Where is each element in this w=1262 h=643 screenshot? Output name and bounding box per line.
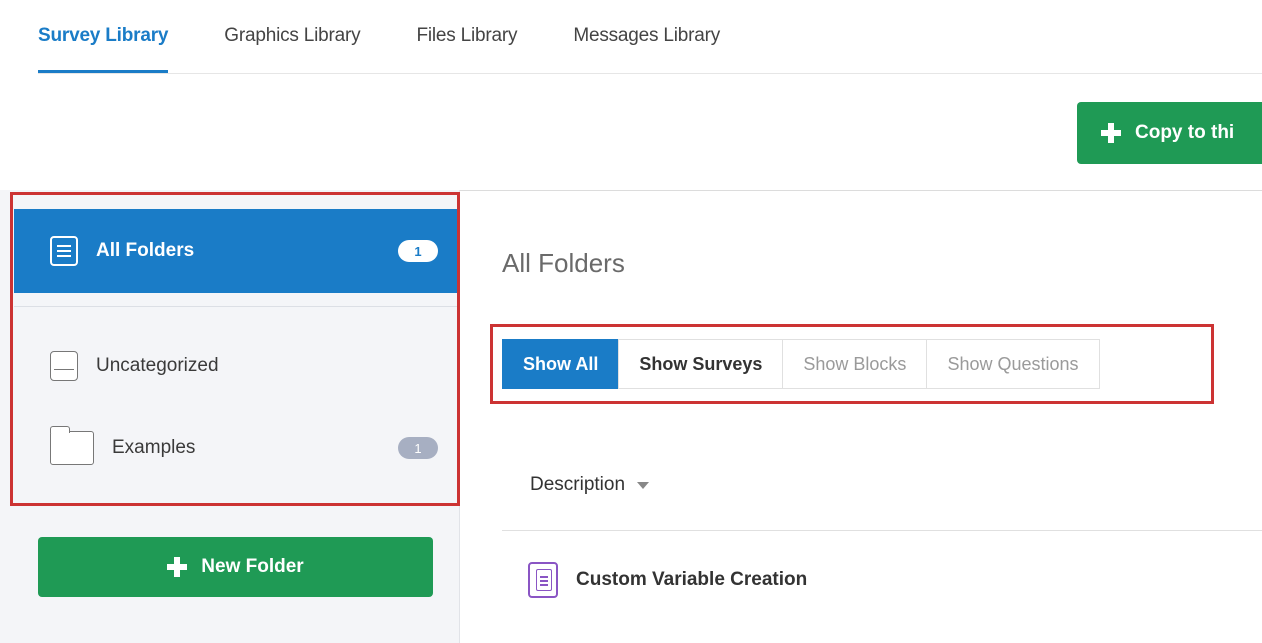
folder-icon — [49, 426, 94, 465]
table-header-divider — [502, 530, 1262, 531]
sidebar-item-label: Examples — [112, 437, 196, 458]
plus-icon — [167, 557, 188, 577]
chevron-down-icon — [637, 481, 650, 489]
tab-survey-library[interactable]: Survey Library — [38, 0, 169, 73]
plus-icon — [1101, 123, 1121, 143]
show-blocks-button[interactable]: Show Blocks — [782, 339, 928, 389]
new-folder-label: New Folder — [201, 556, 304, 577]
row-title: Custom Variable Creation — [576, 569, 808, 590]
column-header-label: Description — [530, 474, 626, 495]
tray-icon — [50, 351, 78, 381]
tab-graphics-library[interactable]: Graphics Library — [224, 0, 360, 73]
library-tabs: Survey Library Graphics Library Files Li… — [38, 0, 1262, 74]
show-questions-button[interactable]: Show Questions — [926, 339, 1100, 389]
sidebar-item-all-folders[interactable]: All Folders 1 — [14, 209, 458, 293]
description-column-header[interactable]: Description — [530, 474, 650, 496]
sidebar-item-examples[interactable]: Examples 1 — [14, 406, 458, 490]
copy-to-this-button[interactable]: Copy to thi — [1077, 102, 1262, 164]
tab-messages-library[interactable]: Messages Library — [573, 0, 720, 73]
sidebar-item-label: Uncategorized — [96, 355, 219, 376]
filter-button-group: Show All Show Surveys Show Blocks Show Q… — [502, 339, 1100, 389]
survey-icon — [528, 562, 558, 598]
show-surveys-button[interactable]: Show Surveys — [618, 339, 784, 389]
sidebar-item-label: All Folders — [96, 240, 195, 261]
library-page: Survey Library Graphics Library Files Li… — [0, 0, 1262, 643]
tab-files-library[interactable]: Files Library — [416, 0, 517, 73]
folder-count-badge: 1 — [398, 437, 438, 459]
new-folder-button[interactable]: New Folder — [38, 537, 433, 597]
folder-count-badge: 1 — [398, 240, 438, 262]
show-all-button[interactable]: Show All — [502, 339, 620, 389]
list-icon — [50, 236, 78, 266]
sidebar-item-uncategorized[interactable]: Uncategorized — [14, 324, 458, 408]
page-title: All Folders — [502, 248, 625, 278]
header-divider — [460, 190, 1262, 191]
copy-button-label: Copy to thi — [1135, 122, 1235, 143]
sidebar-divider — [14, 306, 458, 307]
table-row[interactable]: Custom Variable Creation — [528, 562, 807, 598]
